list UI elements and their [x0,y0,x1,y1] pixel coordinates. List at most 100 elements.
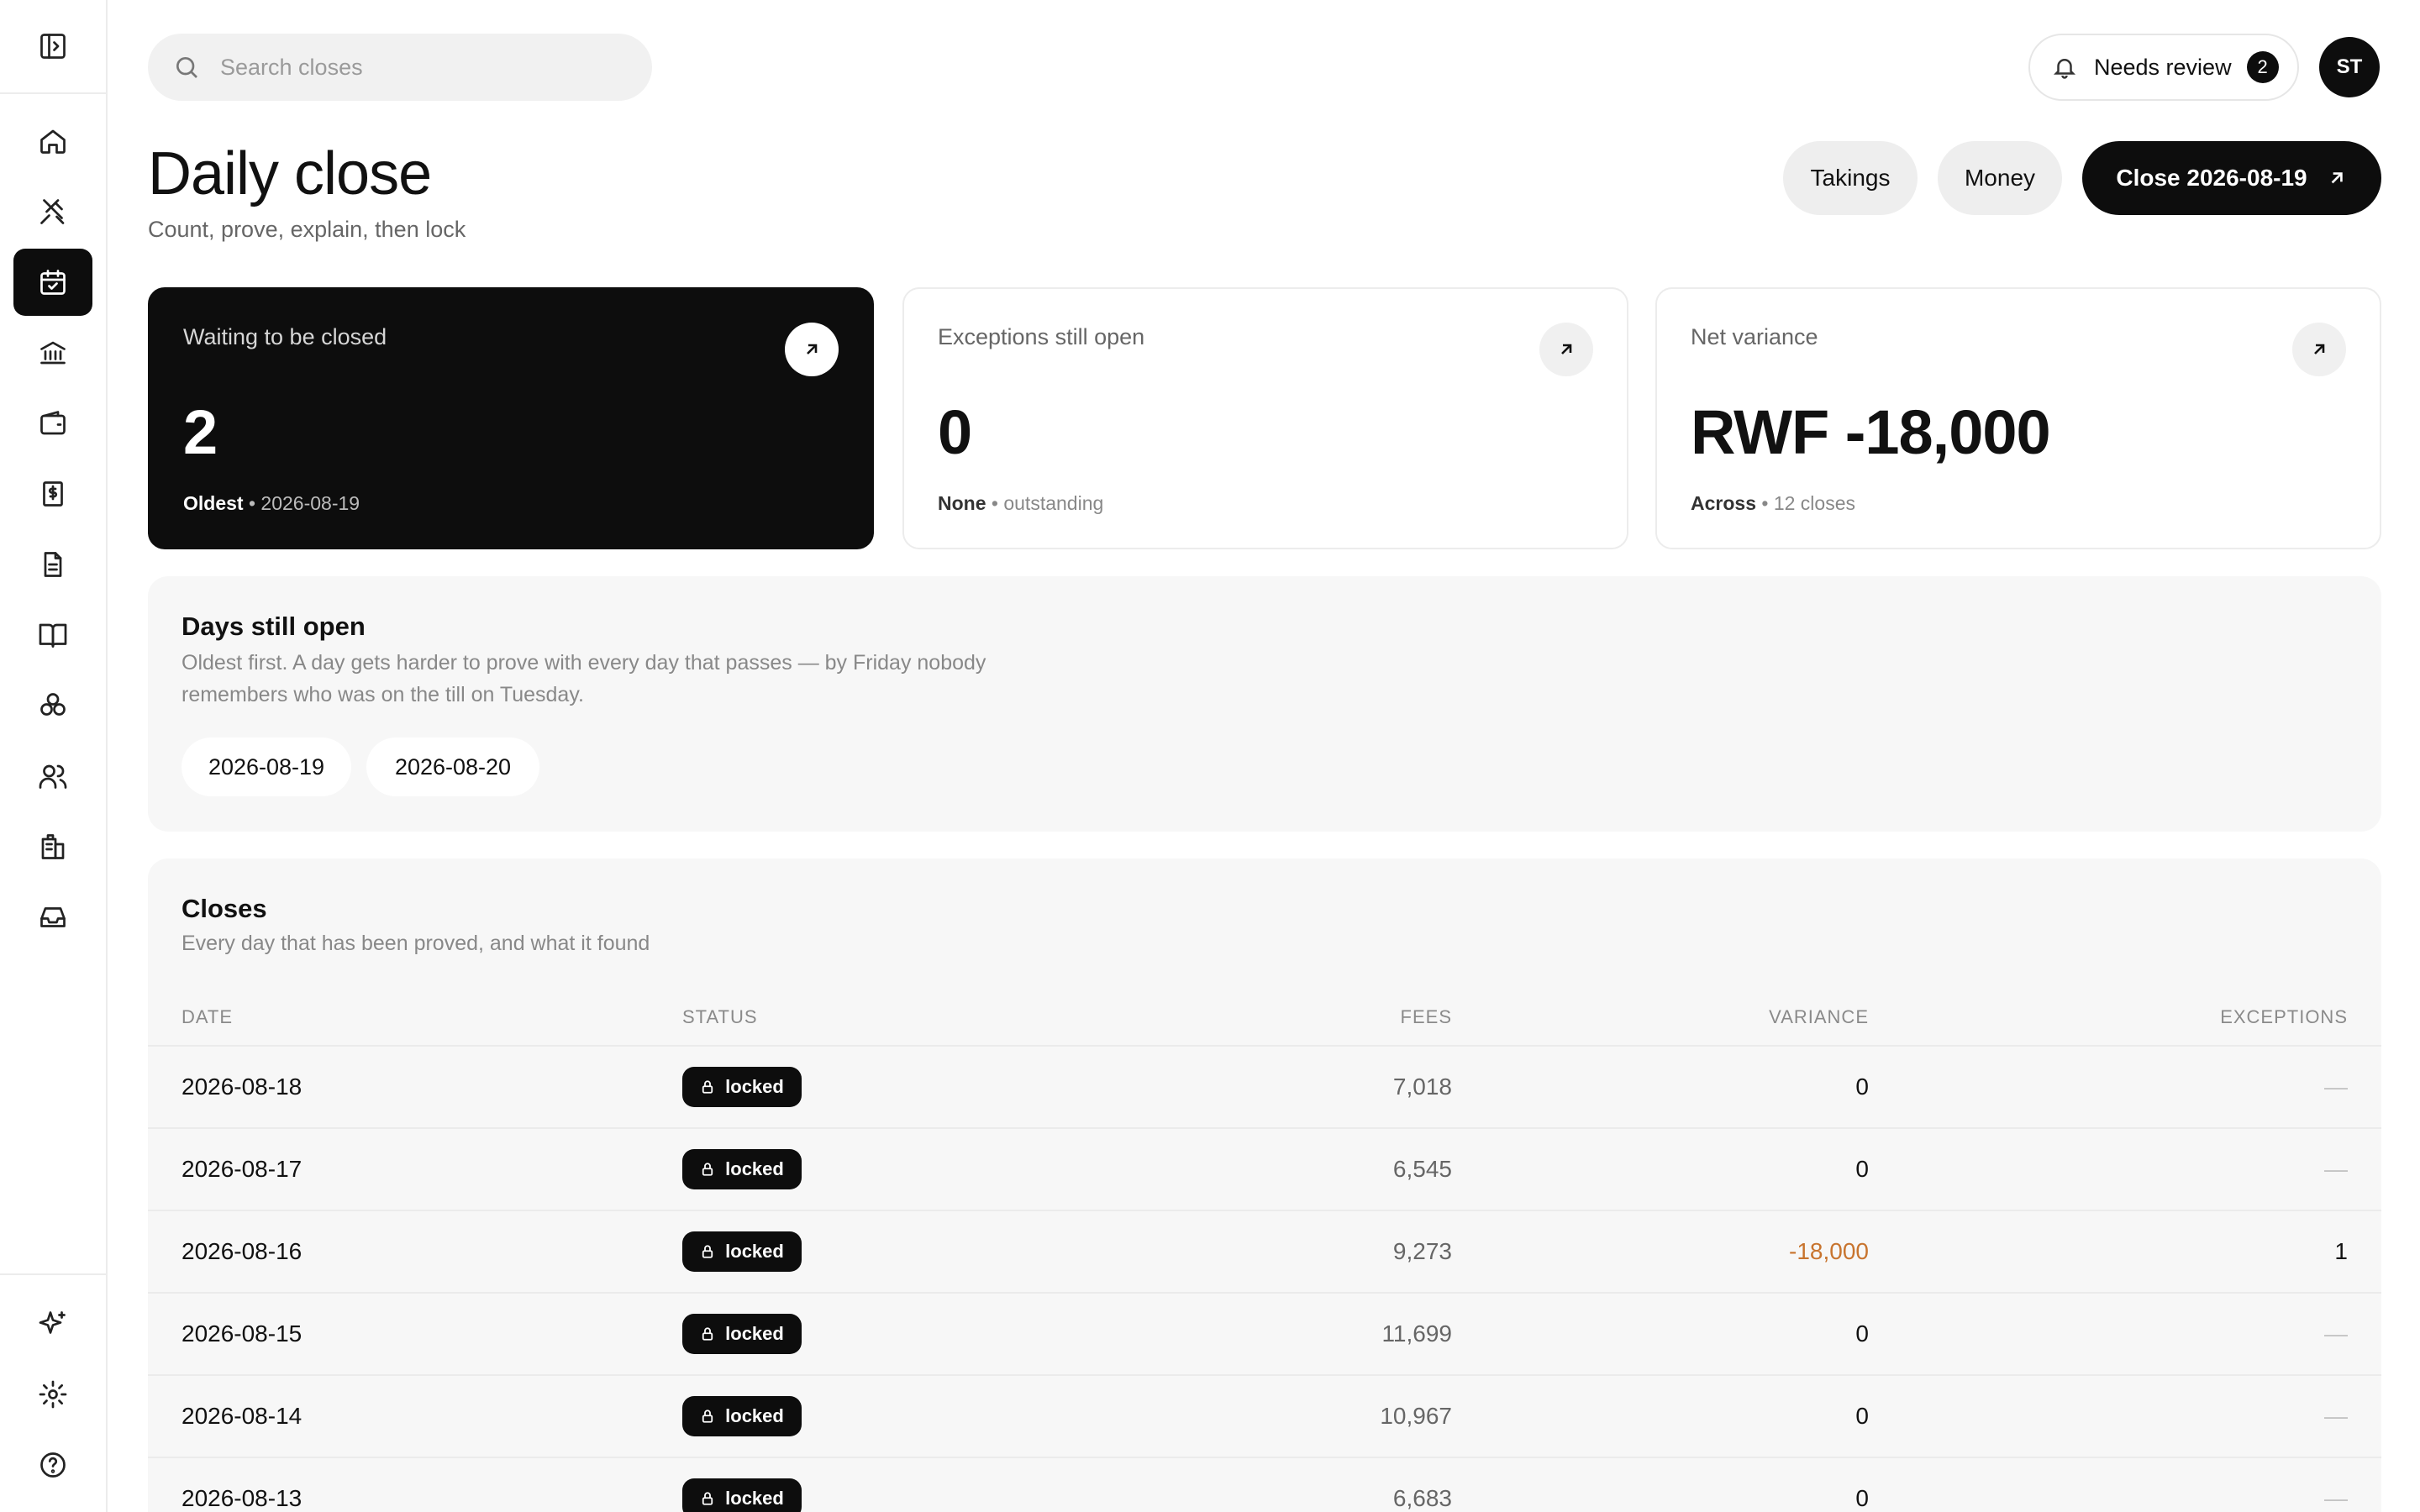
takings-button[interactable]: Takings [1783,141,1918,215]
column-header-exceptions[interactable]: EXCEPTIONS [2220,1006,2348,1028]
stat-card-value: 2 [183,397,218,467]
row-date: 2026-08-18 [182,1074,302,1100]
open-variance-button[interactable] [2292,323,2346,376]
close-day-label: Close 2026-08-19 [2116,165,2307,191]
sidebar-item-settings[interactable] [13,1361,92,1428]
table-row[interactable]: 2026-08-18 locked 7,018 0 — [148,1045,2381,1127]
lock-icon [702,1410,713,1423]
lock-icon [702,1080,713,1094]
stat-card-value: RWF -18,000 [1691,397,2051,467]
building-icon [41,834,65,859]
row-date: 2026-08-14 [182,1403,302,1429]
table-row[interactable]: 2026-08-13 locked 6,683 0 — [148,1457,2381,1512]
sidebar-item-people[interactable] [13,743,92,810]
days-open-title: Days still open [182,612,366,641]
open-day-chip[interactable]: 2026-08-20 [366,738,539,796]
boxes-icon [40,693,66,716]
sidebar-header [0,0,106,94]
row-date: 2026-08-13 [182,1485,302,1511]
sidebar-item-bank[interactable] [13,319,92,386]
row-exceptions: 1 [2334,1238,2348,1264]
sidebar-item-document[interactable] [13,531,92,598]
open-waiting-button[interactable] [785,323,839,376]
sidebar-item-assistant[interactable] [13,1290,92,1357]
row-fees: 11,699 [1381,1320,1452,1347]
table-row[interactable]: 2026-08-14 locked 10,967 0 — [148,1374,2381,1457]
document-icon [44,552,62,577]
search-bar[interactable] [148,34,652,101]
sidebar-item-daily-close[interactable] [13,249,92,316]
row-exceptions: — [2324,1485,2348,1511]
table-row[interactable]: 2026-08-17 locked 6,545 0 — [148,1127,2381,1210]
row-exceptions: — [2324,1320,2348,1347]
stat-card-label: Net variance [1691,324,1818,349]
column-header-variance[interactable]: VARIANCE [1769,1006,1869,1028]
sidebar-item-restaurant[interactable] [13,178,92,245]
lock-icon [702,1245,713,1258]
stat-card-exceptions[interactable]: Exceptions still open 0 None • outstandi… [902,287,1628,549]
row-variance: 0 [1855,1074,1869,1100]
row-fees: 6,545 [1392,1156,1452,1182]
sparkles-icon [39,1311,66,1334]
book-open-icon [39,623,67,648]
lock-icon [702,1327,713,1341]
sidebar-toggle-icon[interactable] [28,21,78,71]
inbox-icon [40,907,66,927]
sidebar-item-inbox[interactable] [13,884,92,951]
wallet-icon [40,411,66,435]
sidebar-item-ingredients[interactable] [13,672,92,739]
open-exceptions-button[interactable] [1539,323,1593,376]
table-row[interactable]: 2026-08-15 locked 11,699 0 — [148,1292,2381,1374]
needs-review-count-badge: 2 [2246,51,2279,83]
status-badge: locked [682,1067,802,1107]
arrow-up-right-icon [2331,172,2343,184]
calendar-check-icon [40,270,66,295]
home-icon [40,129,66,154]
column-header-fees[interactable]: FEES [1401,1006,1452,1028]
status-badge: locked [682,1314,802,1354]
sidebar-item-wallet[interactable] [13,390,92,457]
table-row[interactable]: 2026-08-16 locked 9,273 -18,000 1 [148,1210,2381,1292]
bank-icon [40,341,66,365]
sidebar-item-invoice[interactable] [13,460,92,528]
row-date: 2026-08-15 [182,1320,302,1347]
row-fees: 10,967 [1380,1403,1452,1429]
gear-icon [39,1380,67,1409]
page-subtitle: Count, prove, explain, then lock [148,217,466,242]
open-day-chip[interactable]: 2026-08-19 [182,738,351,796]
close-day-button[interactable]: Close 2026-08-19 [2082,141,2381,215]
days-open-description: Oldest first. A day gets harder to prove… [182,651,986,706]
closes-panel: Closes Every day that has been proved, a… [148,858,2381,1512]
arrow-up-right-icon [807,344,818,354]
row-variance: 0 [1855,1403,1869,1429]
status-badge: locked [682,1149,802,1189]
money-button[interactable]: Money [1938,141,2062,215]
stat-card-waiting[interactable]: Waiting to be closed 2 Oldest • 2026-08-… [148,287,874,549]
bell-icon [2053,59,2076,79]
stat-card-value: 0 [938,397,972,467]
sidebar-item-book[interactable] [13,601,92,669]
search-input[interactable] [220,54,623,81]
row-date: 2026-08-17 [182,1156,302,1182]
sidebar-divider [0,1273,106,1275]
row-variance: 0 [1855,1485,1869,1511]
row-variance: 0 [1855,1156,1869,1182]
lock-icon [702,1163,713,1176]
sidebar [0,0,108,1512]
lock-icon [702,1492,713,1505]
sidebar-item-help[interactable] [13,1431,92,1499]
row-date: 2026-08-16 [182,1238,302,1264]
column-header-status[interactable]: STATUS [682,1006,758,1028]
stat-card-label: Exceptions still open [938,324,1145,349]
sidebar-item-home[interactable] [13,108,92,175]
avatar[interactable]: ST [2319,37,2380,97]
arrow-up-right-icon [1561,344,1572,354]
column-header-date[interactable]: DATE [182,1006,233,1028]
closes-title: Closes [182,894,267,923]
status-badge: locked [682,1478,802,1512]
users-icon [39,764,67,789]
closes-subtitle: Every day that has been proved, and what… [182,932,650,955]
sidebar-item-buildings[interactable] [13,813,92,880]
stat-card-net-variance[interactable]: Net variance RWF -18,000 Across • 12 clo… [1655,287,2381,549]
needs-review-button[interactable]: Needs review 2 [2028,34,2299,101]
